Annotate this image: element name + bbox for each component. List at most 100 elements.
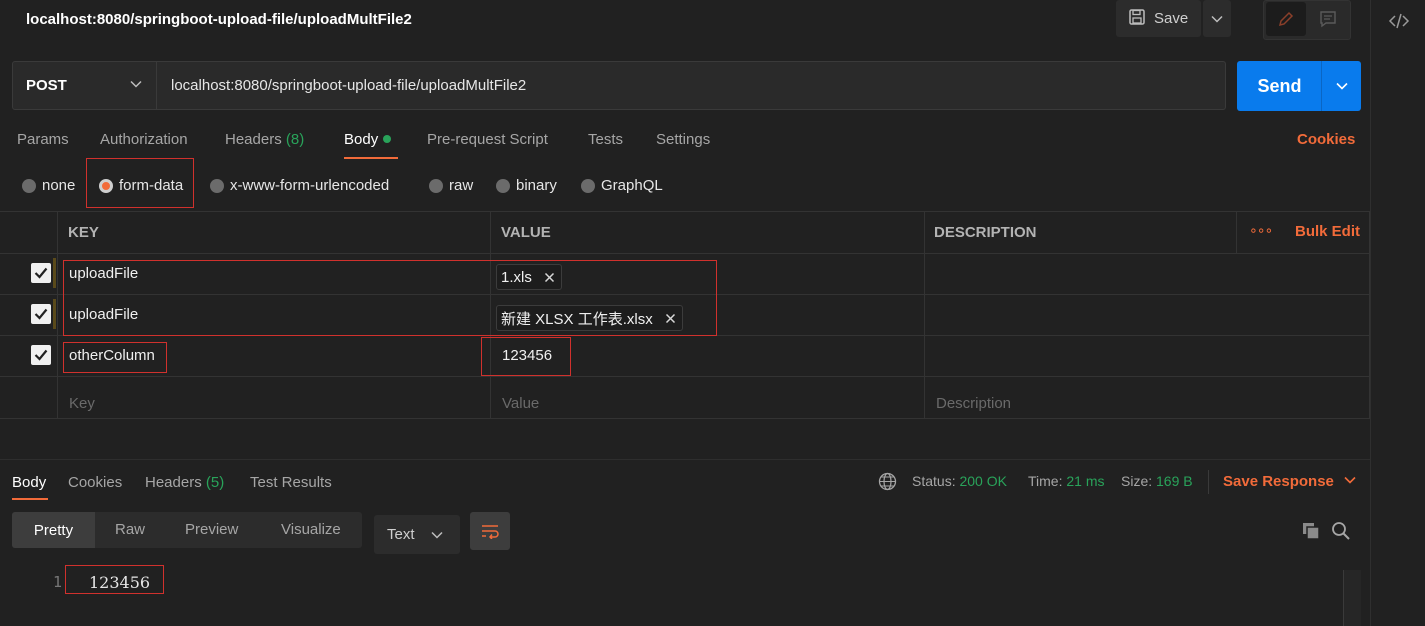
view-raw[interactable]: Raw [115,521,145,538]
body-type-urlencoded[interactable]: x-www-form-urlencoded [210,177,389,194]
row-value[interactable]: 123456 [502,347,552,364]
line-number: 1 [53,573,63,591]
search-icon[interactable] [1331,521,1351,545]
body-type-raw-label: raw [449,177,474,194]
checkmark-icon [34,349,48,361]
response-tab-body[interactable]: Body [12,474,46,491]
size-value: 169 B [1156,473,1193,489]
send-options-button[interactable] [1321,61,1361,111]
wrap-lines-icon [482,525,499,539]
tab-headers-count: (8) [285,131,305,148]
modified-dot [383,135,392,143]
response-body-text: 123456 [89,573,151,592]
format-label: Text [387,526,415,543]
column-header-value: VALUE [501,224,551,241]
row-key[interactable]: uploadFile [69,306,138,323]
response-tab-cookies[interactable]: Cookies [68,474,122,491]
tab-settings[interactable]: Settings [656,131,710,148]
copy-icon[interactable] [1301,521,1321,545]
save-response-button[interactable]: Save Response [1223,473,1356,490]
globe-icon[interactable] [878,472,897,495]
cookies-link[interactable]: Cookies [1297,131,1355,148]
row-checkbox[interactable] [31,345,51,365]
body-type-raw[interactable]: raw [429,177,473,194]
row-key[interactable]: uploadFile [69,265,138,282]
url-input[interactable]: localhost:8080/springboot-upload-file/up… [156,61,1226,110]
bulk-edit-link[interactable]: Bulk Edit [1295,223,1360,240]
new-key-input[interactable]: Key [69,395,95,412]
save-button[interactable]: Save [1116,0,1201,37]
format-select[interactable]: Text [374,515,460,554]
column-divider [1236,211,1237,253]
time-label: Time: [1028,473,1063,489]
close-icon[interactable] [665,313,676,324]
tab-authorization[interactable]: Authorization [100,131,188,148]
tab-body[interactable]: Body [344,131,392,148]
checkmark-icon [34,267,48,279]
table-border [0,376,1370,377]
column-divider [924,211,925,418]
save-label: Save [1154,10,1189,27]
view-pretty[interactable]: Pretty [12,512,95,548]
view-preview[interactable]: Preview [185,521,238,538]
save-icon [1128,8,1146,30]
tab-tests[interactable]: Tests [588,131,623,148]
more-options-icon[interactable]: ∘∘∘ [1249,222,1273,239]
tab-headers[interactable]: Headers (8) [225,131,304,148]
comment-icon [1320,11,1336,28]
table-border [0,335,1370,336]
response-tab-headers[interactable]: Headers (5) [145,474,224,491]
wrap-lines-button[interactable] [470,512,510,550]
save-response-label: Save Response [1223,473,1334,490]
file-chip[interactable]: 新建 XLSX 工作表.xlsx [496,305,683,331]
response-divider [0,459,1370,460]
drag-handle[interactable] [53,258,56,288]
time-value: 21 ms [1066,473,1105,489]
tab-headers-label: Headers [225,131,282,148]
code-snippet-icon[interactable] [1388,10,1410,36]
drag-handle[interactable] [53,299,56,329]
file-name: 新建 XLSX 工作表.xlsx [501,310,653,328]
new-value-input[interactable]: Value [502,395,539,412]
row-key[interactable]: otherColumn [69,347,155,364]
method-select[interactable]: POST [12,61,157,110]
body-type-graphql[interactable]: GraphQL [581,177,663,194]
chevron-down-icon [1344,476,1356,484]
body-type-form-data[interactable]: form-data [99,177,183,194]
comments-button[interactable] [1310,2,1346,36]
body-type-urlencoded-label: x-www-form-urlencoded [230,177,390,194]
close-icon[interactable] [544,272,555,283]
edit-button[interactable] [1266,2,1306,36]
body-type-form-data-label: form-data [119,177,184,194]
table-border [0,294,1370,295]
column-divider [57,211,58,418]
active-tab-indicator [344,157,398,159]
active-tab-indicator [12,498,48,500]
chevron-down-icon [430,531,443,539]
radio-icon [210,178,224,193]
radio-icon [581,178,595,193]
chevron-down-icon [130,80,142,88]
body-type-none[interactable]: none [22,177,75,194]
row-checkbox[interactable] [31,304,51,324]
scrollbar[interactable] [1343,570,1361,626]
response-tab-headers-label: Headers [145,474,202,491]
tab-body-label: Body [344,131,379,148]
response-size: Size: 169 B [1121,473,1193,489]
status-value: 200 OK [959,473,1007,489]
body-type-binary[interactable]: binary [496,177,557,194]
tab-pre-request-script[interactable]: Pre-request Script [427,131,548,148]
send-button[interactable]: Send [1237,61,1322,111]
radio-selected-icon [99,178,113,193]
response-tab-test-results[interactable]: Test Results [250,474,332,491]
chevron-down-icon [1335,82,1348,90]
file-chip[interactable]: 1.xls [496,264,562,290]
radio-icon [22,178,36,193]
view-visualize[interactable]: Visualize [281,521,341,538]
row-checkbox[interactable] [31,263,51,283]
new-description-input[interactable]: Description [936,395,1011,412]
size-label: Size: [1121,473,1153,489]
tab-params[interactable]: Params [17,131,69,148]
column-divider [1369,211,1370,418]
save-options-button[interactable] [1203,0,1231,37]
